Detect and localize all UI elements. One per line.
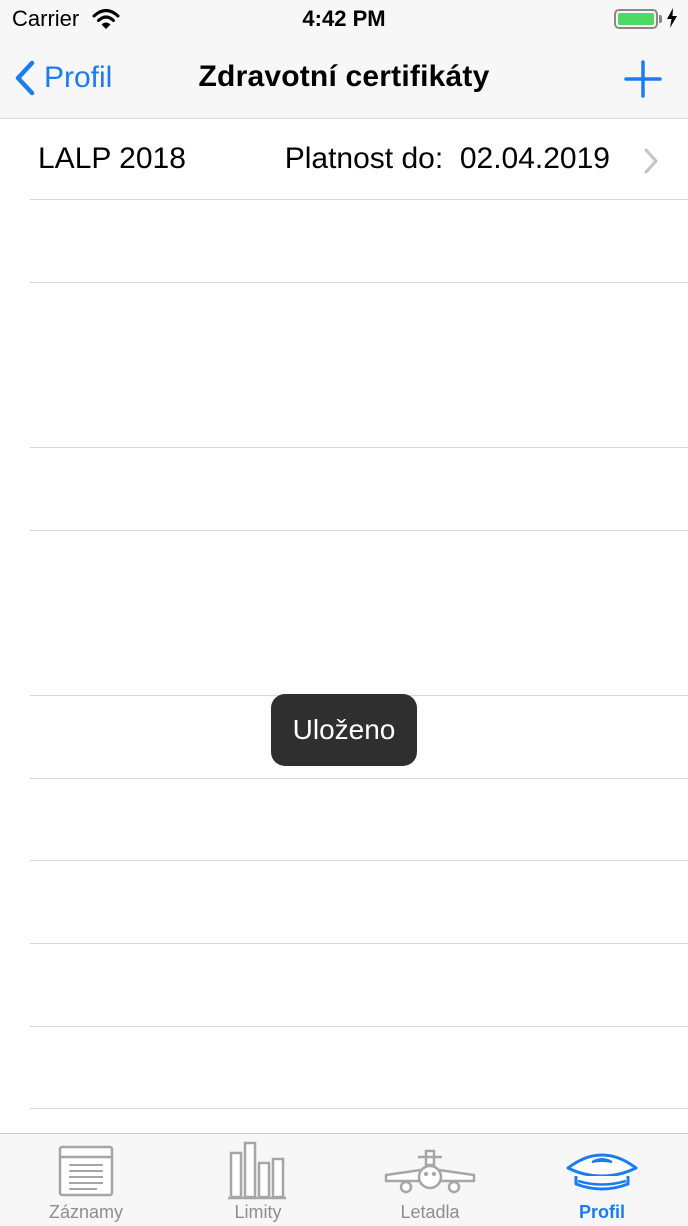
- row-separator: [30, 530, 688, 531]
- airplane-icon: [344, 1140, 516, 1202]
- row-separator: [30, 1026, 688, 1027]
- logbook-icon: [0, 1140, 172, 1202]
- tab-zaznamy[interactable]: Záznamy: [0, 1134, 172, 1226]
- tab-label: Letadla: [400, 1202, 460, 1222]
- battery-icon: [614, 9, 658, 29]
- certificate-row[interactable]: LALP 2018 Platnost do: 02.04.2019: [0, 118, 688, 200]
- status-bar: Carrier 4:42 PM: [0, 0, 688, 40]
- charging-icon: [666, 8, 678, 33]
- tab-label: Profil: [578, 1202, 625, 1222]
- navigation-bar: Profil Zdravotní certifikáty: [0, 40, 688, 119]
- chevron-right-icon: [643, 147, 659, 180]
- clock: 4:42 PM: [302, 6, 386, 31]
- tab-profil[interactable]: Profil: [516, 1134, 688, 1226]
- certificate-name: LALP 2018: [38, 142, 186, 175]
- validity-label: Platnost do:: [284, 142, 444, 175]
- pilot-cap-icon: [516, 1140, 688, 1202]
- validity-date: 02.04.2019: [459, 142, 610, 175]
- row-separator: [30, 282, 688, 283]
- tab-letadla[interactable]: Letadla: [344, 1134, 516, 1226]
- add-button[interactable]: [620, 56, 666, 102]
- tab-bar: Záznamy Limity Letadla Profil: [0, 1133, 688, 1226]
- validity-text: Platnost do: 02.04.2019: [285, 142, 610, 176]
- row-separator: [30, 447, 688, 448]
- saved-toast: Uloženo: [271, 694, 417, 766]
- toast-text: Uloženo: [292, 714, 396, 745]
- tab-label: Limity: [234, 1202, 282, 1222]
- row-separator: [30, 199, 688, 200]
- row-separator: [30, 778, 688, 779]
- row-separator: [30, 943, 688, 944]
- tab-limity[interactable]: Limity: [172, 1134, 344, 1226]
- row-separator: [30, 1108, 688, 1109]
- page-title: Zdravotní certifikáty: [198, 60, 490, 93]
- row-separator: [30, 860, 688, 861]
- tab-label: Záznamy: [48, 1202, 124, 1222]
- plus-icon: [624, 60, 662, 98]
- battery-tip: [659, 15, 662, 23]
- bar-chart-icon: [172, 1140, 344, 1202]
